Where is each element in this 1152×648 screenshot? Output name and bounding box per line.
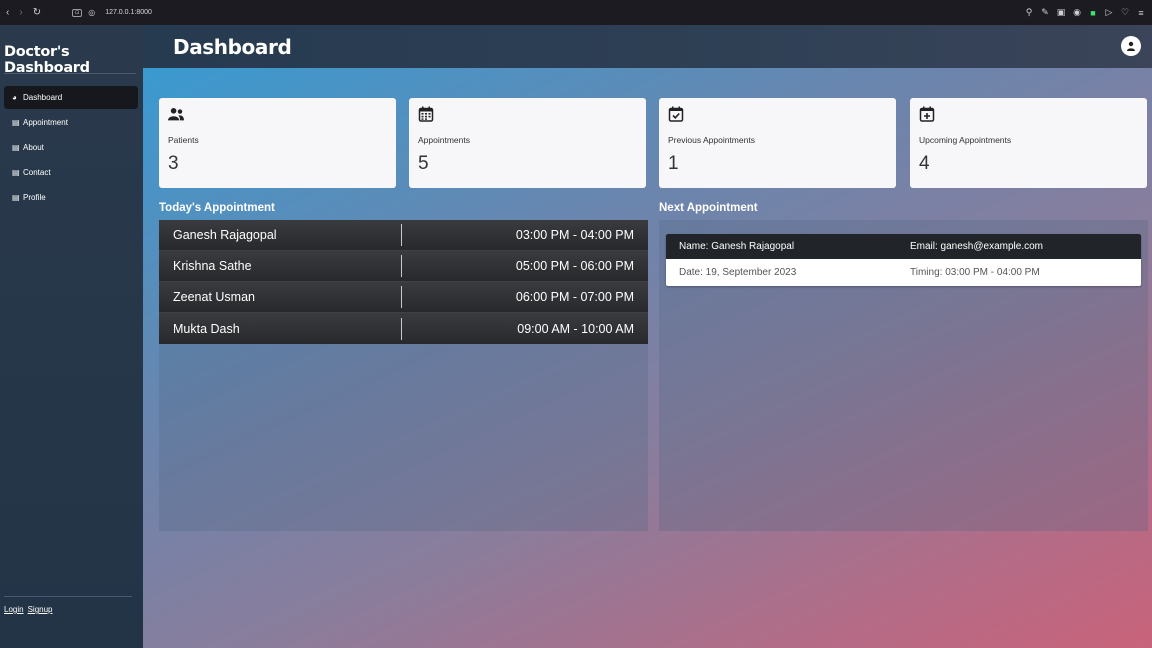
appointment-time: 09:00 AM - 10:00 AM (517, 321, 634, 336)
next-appointment-panel: Name: Ganesh Rajagopal Email: ganesh@exa… (659, 220, 1148, 531)
sidebar: Doctor's Dashboard ◕ Dashboard ▤ Appoint… (0, 25, 143, 648)
address-bar[interactable]: ⊡ ◎ 127.0.0.1:8000 (72, 8, 152, 17)
today-appointment-title: Today's Appointment (159, 202, 275, 214)
calendar-check-icon (668, 106, 684, 122)
chevron-left-icon[interactable]: ‹ (6, 7, 9, 18)
today-appointment-panel: Ganesh Rajagopal 03:00 PM - 04:00 PM Kri… (159, 220, 648, 531)
sidebar-item-contact[interactable]: ▤ Contact (4, 161, 138, 184)
next-appointment-date: Date: 19, September 2023 (679, 267, 797, 278)
sidebar-item-appointment[interactable]: ▤ Appointment (4, 111, 138, 134)
browser-toolbar: ‹ › ↻ ⊡ ◎ 127.0.0.1:8000 ⚲ ✎ ▣ ◉ ■ ▷ ♡ ≡ (0, 0, 1152, 25)
top-header: Dashboard (143, 25, 1152, 68)
table-row[interactable]: Ganesh Rajagopal 03:00 PM - 04:00 PM (159, 220, 648, 251)
stat-card-appointments: Appointments 5 (409, 98, 646, 188)
sidebar-item-label: Contact (23, 168, 51, 177)
calendar-icon (418, 106, 434, 122)
patient-name: Krishna Sathe (159, 255, 402, 277)
brand-title: Doctor's Dashboard (4, 44, 90, 76)
sidebar-item-dashboard[interactable]: ◕ Dashboard (4, 86, 138, 109)
patient-name: Ganesh Rajagopal (159, 224, 402, 246)
list-icon: ▤ (12, 143, 20, 152)
stat-card-patients: Patients 3 (159, 98, 396, 188)
page-title: Dashboard (173, 34, 292, 59)
appointment-time: 03:00 PM - 04:00 PM (515, 228, 634, 242)
auth-links: Login Signup (4, 605, 53, 614)
next-patient-name: Name: Ganesh Rajagopal (679, 241, 795, 252)
signup-link[interactable]: Signup (28, 605, 53, 614)
next-appointment-details: Date: 19, September 2023 Timing: 03:00 P… (666, 259, 1141, 286)
patient-name: Mukta Dash (159, 317, 402, 340)
table-row[interactable]: Mukta Dash 09:00 AM - 10:00 AM (159, 313, 648, 344)
divider (4, 596, 132, 597)
sidebar-item-label: Dashboard (23, 93, 63, 102)
stat-value: 4 (919, 153, 930, 174)
table-row[interactable]: Zeenat Usman 06:00 PM - 07:00 PM (159, 282, 648, 313)
next-appointment-timing: Timing: 03:00 PM - 04:00 PM (910, 267, 1040, 278)
list-icon: ▤ (12, 193, 20, 202)
stat-value: 3 (168, 153, 179, 174)
users-icon (168, 108, 184, 121)
next-appointment-card: Name: Ganesh Rajagopal Email: ganesh@exa… (666, 234, 1141, 286)
login-link[interactable]: Login (4, 605, 24, 614)
user-icon (1127, 41, 1135, 51)
sidebar-item-label: Profile (23, 193, 46, 202)
sidebar-item-profile[interactable]: ▤ Profile (4, 186, 138, 209)
appointment-time: 06:00 PM - 07:00 PM (515, 290, 634, 304)
dashboard-icon: ◕ (12, 93, 17, 102)
globe-icon: ◎ (88, 8, 96, 17)
send-icon[interactable]: ▷ (1104, 7, 1114, 18)
main-content: Patients 3 Appointments 5 Previous Appoi… (143, 68, 1152, 648)
zoom-icon[interactable]: ⚲ (1024, 7, 1034, 18)
stat-label: Upcoming Appointments (919, 135, 1012, 145)
sidebar-item-label: About (23, 143, 44, 152)
list-icon: ▤ (12, 118, 20, 127)
next-appointment-header: Name: Ganesh Rajagopal Email: ganesh@exa… (666, 234, 1141, 259)
sidebar-item-label: Appointment (23, 118, 68, 127)
stat-label: Appointments (418, 135, 470, 145)
stat-card-upcoming-appointments: Upcoming Appointments 4 (910, 98, 1147, 188)
stat-label: Patients (168, 135, 199, 145)
heart-icon[interactable]: ♡ (1120, 7, 1130, 18)
appointment-time: 05:00 PM - 06:00 PM (515, 259, 634, 273)
patient-name: Zeenat Usman (159, 286, 402, 308)
stat-value: 5 (418, 153, 429, 174)
screenshot-icon[interactable]: ▣ (1056, 7, 1066, 18)
list-icon: ▤ (12, 168, 20, 177)
menu-icon[interactable]: ≡ (1136, 8, 1146, 18)
table-row[interactable]: Krishna Sathe 05:00 PM - 06:00 PM (159, 251, 648, 282)
today-appointment-table: Ganesh Rajagopal 03:00 PM - 04:00 PM Kri… (159, 220, 648, 344)
reload-icon[interactable]: ↻ (33, 7, 41, 18)
sidebar-menu: ◕ Dashboard ▤ Appointment ▤ About ▤ Cont… (0, 86, 143, 209)
next-appointment-title: Next Appointment (659, 202, 758, 214)
stat-value: 1 (668, 153, 679, 174)
stat-card-previous-appointments: Previous Appointments 1 (659, 98, 896, 188)
extensions-icon[interactable]: ✎ (1040, 7, 1050, 18)
sidebar-item-about[interactable]: ▤ About (4, 136, 138, 159)
stat-label: Previous Appointments (668, 135, 755, 145)
next-patient-email: Email: ganesh@example.com (910, 241, 1043, 252)
user-menu-button[interactable] (1121, 36, 1141, 56)
chevron-right-icon[interactable]: › (19, 7, 22, 18)
calendar-plus-icon (919, 106, 935, 122)
shield-icon[interactable]: ■ (1088, 8, 1098, 18)
page-info-icon[interactable]: ⊡ (72, 8, 83, 17)
url-text[interactable]: 127.0.0.1:8000 (105, 9, 152, 16)
camera-icon[interactable]: ◉ (1072, 7, 1082, 18)
